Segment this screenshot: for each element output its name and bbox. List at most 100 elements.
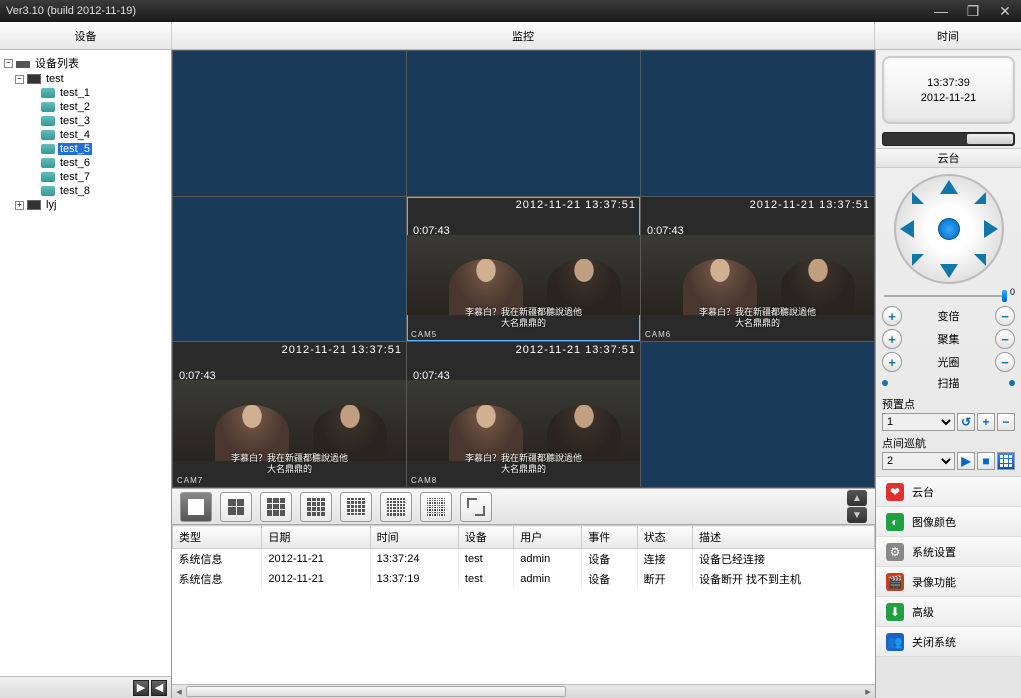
log-cell: 2012-11-21 — [262, 569, 370, 589]
log-header-cell[interactable]: 设备 — [458, 526, 513, 549]
video-cell[interactable]: 2012-11-21 13:37:51 0:07:43 李慕白？我在新疆都聽說過… — [407, 197, 640, 342]
page-down-button[interactable]: ▼ — [847, 507, 867, 523]
cruise-edit-button[interactable] — [997, 452, 1015, 470]
tree-prev-button[interactable]: ◀ — [151, 680, 167, 696]
video-cell[interactable]: 2012-11-21 13:37:51 0:07:43 李慕白？我在新疆都聽說過… — [407, 342, 640, 487]
ptz-minus-button[interactable]: − — [995, 329, 1015, 349]
log-header-cell[interactable]: 状态 — [637, 526, 692, 549]
cruise-stop-button[interactable]: ■ — [977, 452, 995, 470]
subtitle-text: 李慕白？我在新疆都聽說過他大名鼎鼎的 — [407, 307, 640, 329]
ptz-minus-button[interactable]: − — [995, 306, 1015, 326]
ptz-left-button[interactable] — [900, 220, 914, 238]
scroll-thumb[interactable] — [186, 686, 566, 697]
tree-camera-label[interactable]: test_4 — [58, 129, 92, 141]
preset-remove-button[interactable]: − — [997, 413, 1015, 431]
log-header-cell[interactable]: 描述 — [692, 526, 874, 549]
device-icon — [27, 74, 41, 84]
log-cell: 系统信息 — [173, 569, 262, 589]
ptz-right-button[interactable] — [984, 220, 998, 238]
scroll-right-icon[interactable]: ▸ — [861, 685, 875, 698]
video-cell[interactable] — [407, 51, 640, 196]
ptz-plus-button[interactable]: + — [882, 352, 902, 372]
right-menu-item[interactable]: 🎬录像功能 — [876, 567, 1021, 597]
ptz-upleft-button[interactable] — [912, 192, 924, 204]
ptz-downright-button[interactable] — [974, 254, 986, 266]
log-header-cell[interactable]: 日期 — [262, 526, 370, 549]
layout-36-button[interactable] — [380, 492, 412, 522]
preset-label: 预置点 — [882, 396, 1015, 412]
video-cell[interactable] — [173, 197, 406, 342]
ptz-down-button[interactable] — [940, 264, 958, 278]
tree-camera-label[interactable]: test_8 — [58, 185, 92, 197]
tree-camera-label[interactable]: test_6 — [58, 157, 92, 169]
tree-toggle-icon[interactable]: + — [15, 201, 24, 210]
layout-16-button[interactable] — [300, 492, 332, 522]
maximize-button[interactable]: ❐ — [963, 4, 983, 18]
tree-camera-label[interactable]: test_7 — [58, 171, 92, 183]
right-menu-item[interactable]: ◐图像颜色 — [876, 507, 1021, 537]
ptz-row-label: 扫描 — [892, 375, 1005, 391]
dot-icon — [882, 380, 888, 386]
log-header-cell[interactable]: 时间 — [370, 526, 458, 549]
ptz-downleft-button[interactable] — [912, 254, 924, 266]
fullscreen-button[interactable] — [460, 492, 492, 522]
layout-64-button[interactable] — [420, 492, 452, 522]
preset-goto-button[interactable]: ↺ — [957, 413, 975, 431]
ptz-row-label: 聚集 — [906, 331, 991, 347]
video-cell[interactable] — [641, 342, 874, 487]
dot-icon — [1009, 380, 1015, 386]
scroll-left-icon[interactable]: ◂ — [172, 685, 186, 698]
osd-timestamp: 2012-11-21 13:37:51 — [750, 199, 870, 211]
video-cell[interactable] — [641, 51, 874, 196]
layout-1-button[interactable] — [180, 492, 212, 522]
right-menu-item[interactable]: ❤云台 — [876, 477, 1021, 507]
right-menu-item[interactable]: 👥关闭系统 — [876, 627, 1021, 657]
layout-9-button[interactable] — [260, 492, 292, 522]
cruise-select[interactable]: 2 — [882, 452, 955, 470]
ptz-minus-button[interactable]: − — [995, 352, 1015, 372]
tree-root-label[interactable]: 设备列表 — [33, 55, 81, 71]
log-cell: admin — [514, 569, 582, 589]
tree-device-label[interactable]: test — [44, 73, 66, 85]
ptz-upright-button[interactable] — [974, 192, 986, 204]
ptz-plus-button[interactable]: + — [882, 306, 902, 326]
device-tree[interactable]: −设备列表−testtest_1test_2test_3test_4test_5… — [0, 50, 171, 676]
video-cell[interactable] — [173, 51, 406, 196]
minimize-button[interactable]: — — [931, 4, 951, 18]
tree-camera-label[interactable]: test_1 — [58, 87, 92, 99]
log-scrollbar[interactable]: ◂ ▸ — [172, 684, 875, 698]
device-panel: −设备列表−testtest_1test_2test_3test_4test_5… — [0, 50, 172, 698]
log-header-cell[interactable]: 用户 — [514, 526, 582, 549]
layout-25-button[interactable] — [340, 492, 372, 522]
tree-device-label[interactable]: lyj — [44, 199, 58, 211]
log-row[interactable]: 系统信息2012-11-2113:37:19testadmin设备断开设备断开 … — [173, 569, 875, 589]
preset-select[interactable]: 1 — [882, 413, 955, 431]
tree-camera-label[interactable]: test_2 — [58, 101, 92, 113]
ptz-center-button[interactable] — [938, 218, 960, 240]
osd-timestamp: 2012-11-21 13:37:51 — [516, 199, 636, 211]
right-menu-item[interactable]: ⚙系统设置 — [876, 537, 1021, 567]
layout-4-button[interactable] — [220, 492, 252, 522]
right-menu-item[interactable]: ⬇高级 — [876, 597, 1021, 627]
log-cell: 系统信息 — [173, 549, 262, 570]
video-cell[interactable]: 2012-11-21 13:37:51 0:07:43 李慕白？我在新疆都聽說過… — [641, 197, 874, 342]
log-header-cell[interactable]: 事件 — [582, 526, 637, 549]
log-header-cell[interactable]: 类型 — [173, 526, 262, 549]
tree-camera-label[interactable]: test_5 — [58, 143, 92, 155]
preset-add-button[interactable]: + — [977, 413, 995, 431]
tree-toggle-icon[interactable]: − — [15, 75, 24, 84]
ptz-up-button[interactable] — [940, 180, 958, 194]
cruise-label: 点间巡航 — [882, 435, 1015, 451]
tree-camera-label[interactable]: test_3 — [58, 115, 92, 127]
cruise-play-button[interactable]: ▶ — [957, 452, 975, 470]
video-cell[interactable]: 2012-11-21 13:37:51 0:07:43 李慕白？我在新疆都聽說過… — [173, 342, 406, 487]
tree-toggle-icon[interactable]: − — [4, 59, 13, 68]
ptz-plus-button[interactable]: + — [882, 329, 902, 349]
camera-icon — [41, 116, 55, 126]
close-button[interactable]: ✕ — [995, 4, 1015, 18]
log-panel: 类型日期时间设备用户事件状态描述 系统信息2012-11-2113:37:24t… — [172, 524, 875, 684]
tree-next-button[interactable]: ▶ — [133, 680, 149, 696]
ptz-speed-slider[interactable]: 0 — [884, 292, 1013, 300]
log-row[interactable]: 系统信息2012-11-2113:37:24testadmin设备连接设备已经连… — [173, 549, 875, 570]
page-up-button[interactable]: ▲ — [847, 490, 867, 506]
